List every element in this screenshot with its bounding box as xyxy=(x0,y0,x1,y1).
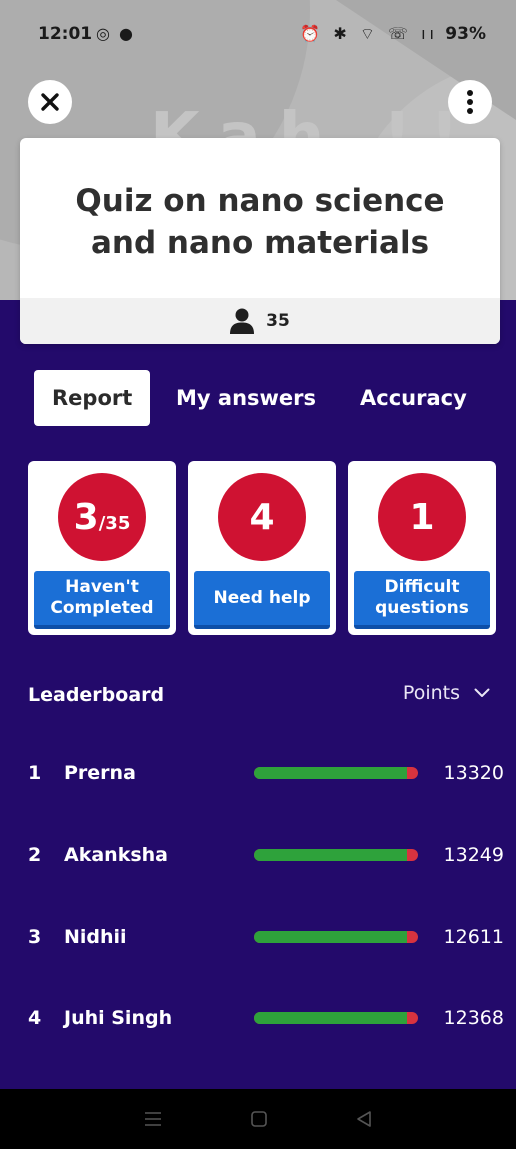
accuracy-bar xyxy=(254,931,418,943)
stat-value: 4 xyxy=(249,496,275,538)
status-bar: 12:01 ◎ ● ⏰ ✱ ⌔ ☏ ıı 93% xyxy=(0,14,516,54)
player-name: Juhi Singh xyxy=(64,1007,173,1029)
leaderboard-title: Leaderboard xyxy=(28,684,165,706)
system-navigation-bar xyxy=(0,1089,516,1149)
more-options-button[interactable] xyxy=(448,80,492,124)
player-name: Nidhii xyxy=(64,926,127,948)
score: 13320 xyxy=(443,762,504,784)
recent-apps-button[interactable] xyxy=(143,1110,163,1128)
sort-label: Points xyxy=(402,682,460,704)
stat-value-badge: 3/35 xyxy=(58,473,146,561)
quiz-title: Quiz on nano science and nano materials xyxy=(75,183,445,261)
accuracy-bar-fill xyxy=(254,931,407,943)
participants-bar: 35 xyxy=(20,298,500,344)
rank: 3 xyxy=(28,926,42,948)
score: 13249 xyxy=(443,844,504,866)
accuracy-bar-fill xyxy=(254,849,407,861)
difficult-questions-button[interactable]: Difficult questions xyxy=(354,571,490,629)
rank: 2 xyxy=(28,844,42,866)
score: 12611 xyxy=(443,926,504,948)
leaderboard-row[interactable]: 3 Nidhii 12611 xyxy=(0,918,516,958)
notification-icons: ◎ ● xyxy=(96,24,136,43)
stat-value: 3 xyxy=(73,496,99,538)
sort-dropdown[interactable]: Points xyxy=(403,682,490,704)
tab-report[interactable]: Report xyxy=(34,370,151,426)
back-icon xyxy=(356,1111,371,1127)
close-button[interactable] xyxy=(28,80,72,124)
status-time: 12:01 xyxy=(38,24,93,44)
quiz-title-card: Quiz on nano science and nano materials … xyxy=(20,138,500,344)
stat-card-difficult-questions[interactable]: 1 Difficult questions xyxy=(348,461,496,635)
score: 12368 xyxy=(443,1007,504,1029)
accuracy-bar xyxy=(254,849,418,861)
quiz-report-screen: Kah !! 12:01 ◎ ● ⏰ ✱ ⌔ ☏ ıı 93% Quiz on … xyxy=(0,0,516,1149)
leaderboard-row[interactable]: 2 Akanksha 13249 xyxy=(0,836,516,876)
accuracy-bar-fill xyxy=(254,1012,407,1024)
participants-count: 35 xyxy=(266,311,290,331)
havent-completed-button[interactable]: Haven't Completed xyxy=(34,571,170,629)
accuracy-bar xyxy=(254,767,418,779)
stat-value: 1 xyxy=(409,496,435,538)
battery-level: 93% xyxy=(445,24,486,44)
person-icon xyxy=(230,308,255,334)
leaderboard-row[interactable]: 1 Prerna 13320 xyxy=(0,754,516,794)
player-name: Akanksha xyxy=(64,844,168,866)
recent-apps-icon xyxy=(145,1112,162,1126)
accuracy-bar xyxy=(254,1012,418,1024)
close-icon xyxy=(41,93,59,111)
rank: 1 xyxy=(28,762,42,784)
leaderboard-row[interactable]: 4 Juhi Singh 12368 xyxy=(0,999,516,1039)
stat-value-badge: 4 xyxy=(218,473,306,561)
stat-value-suffix: /35 xyxy=(98,512,131,534)
system-status-icons: ⏰ ✱ ⌔ ☏ ıı xyxy=(300,24,438,43)
stat-card-havent-completed[interactable]: 3/35 Haven't Completed xyxy=(28,461,176,635)
stat-card-need-help[interactable]: 4 Need help xyxy=(188,461,336,635)
player-name: Prerna xyxy=(64,762,136,784)
back-button[interactable] xyxy=(355,1110,373,1128)
rank: 4 xyxy=(28,1007,42,1029)
report-tabs: Report My answers Accuracy xyxy=(34,370,494,426)
more-vertical-icon xyxy=(467,90,473,114)
chevron-down-icon xyxy=(474,688,490,697)
tab-my-answers[interactable]: My answers xyxy=(176,370,316,426)
stat-value-badge: 1 xyxy=(378,473,466,561)
accuracy-bar-fill xyxy=(254,767,407,779)
home-icon xyxy=(251,1111,267,1127)
need-help-button[interactable]: Need help xyxy=(194,571,330,629)
home-button[interactable] xyxy=(250,1110,268,1128)
tab-accuracy[interactable]: Accuracy xyxy=(360,370,467,426)
